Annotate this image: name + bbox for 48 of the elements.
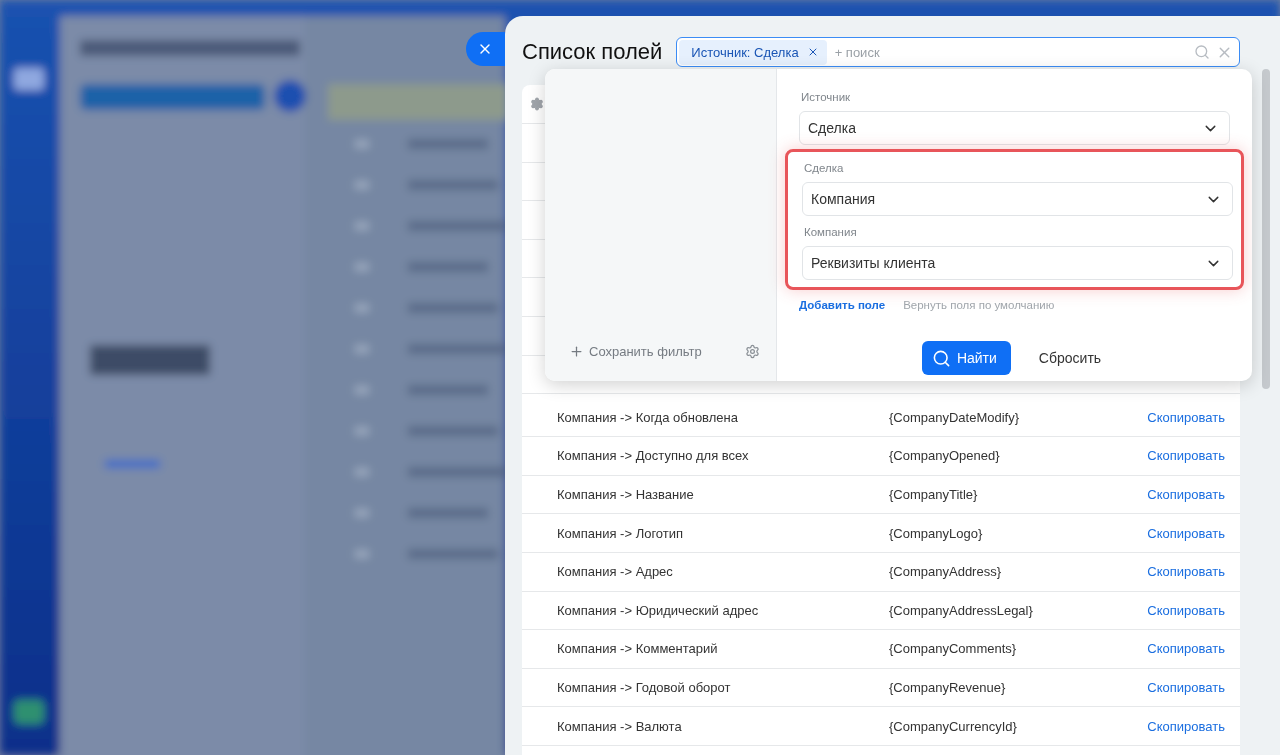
- reset-button[interactable]: Сбросить: [1032, 341, 1108, 375]
- copy-link[interactable]: Скопировать: [1147, 487, 1225, 503]
- table-cell-text: {CompanyOpened}: [889, 448, 1001, 464]
- find-button[interactable]: Найти: [921, 341, 1011, 375]
- search-icon: [931, 348, 951, 368]
- table-cell-text: Компания -> Когда обновлена: [557, 409, 739, 425]
- save-filter-link[interactable]: Сохранить фильтр: [569, 344, 702, 359]
- table-cell-text: {CompanyTitle}: [889, 487, 979, 503]
- field-label: Источник: [801, 91, 852, 103]
- select-field[interactable]: Компания: [802, 182, 1233, 216]
- select-field[interactable]: Реквизиты клиента: [802, 246, 1233, 280]
- filter-chip[interactable]: Источник: Сделка: [679, 39, 827, 65]
- scrollbar[interactable]: [1262, 69, 1270, 389]
- select-field[interactable]: Сделка: [799, 111, 1230, 145]
- table-cell-text: Компания -> Название: [557, 487, 695, 503]
- table-cell-text: {CompanyLogo}: [889, 525, 984, 541]
- table-cell-text: {CompanyDateModify}: [889, 409, 1021, 425]
- copy-link[interactable]: Скопировать: [1147, 448, 1225, 464]
- table-cell-text: Компания -> Годовой оборот: [557, 680, 732, 696]
- table-cell-text: Компания -> Юридический адрес: [557, 602, 760, 618]
- table-cell-text: {CompanyAddressLegal}: [889, 602, 1034, 618]
- table-cell-text: {CompanyCurrencyId}: [889, 718, 1018, 734]
- copy-link[interactable]: Скопировать: [1147, 602, 1225, 618]
- table-cell-text: {CompanyComments}: [889, 641, 1018, 657]
- copy-link[interactable]: Скопировать: [1147, 718, 1225, 734]
- table-cell-text: Компания -> Логотип: [557, 525, 685, 541]
- copy-link[interactable]: Скопировать: [1147, 525, 1225, 541]
- field-label: Сделка: [804, 161, 845, 174]
- table-cell-text: Компания -> Доступно для всех: [557, 448, 750, 464]
- restore-fields-link[interactable]: Вернуть поля по умолчанию: [903, 299, 1055, 311]
- copy-link[interactable]: Скопировать: [1147, 680, 1225, 696]
- add-field-link[interactable]: Добавить поле: [799, 299, 886, 311]
- search-icon[interactable]: [1194, 44, 1210, 60]
- settings-icon[interactable]: [745, 344, 760, 359]
- settings-icon[interactable]: [530, 97, 544, 111]
- table-cell-text: Компания -> Адрес: [557, 564, 674, 580]
- close-button[interactable]: [466, 32, 505, 66]
- table-cell-text: Компания -> Валюта: [557, 718, 683, 734]
- field-label: Компания: [804, 225, 858, 238]
- copy-link[interactable]: Скопировать: [1147, 564, 1225, 580]
- table-cell-text: {CompanyRevenue}: [889, 680, 1007, 696]
- table-cell-text: {CompanyAddress}: [889, 564, 1002, 580]
- copy-link[interactable]: Скопировать: [1147, 641, 1225, 657]
- table-cell-text: Компания -> Комментарий: [557, 641, 719, 657]
- panel-title: Список полей: [522, 39, 663, 65]
- search-field[interactable]: Источник: Сделка + поиск: [676, 37, 1240, 67]
- plus-icon: [569, 344, 584, 359]
- copy-link[interactable]: Скопировать: [1147, 409, 1225, 425]
